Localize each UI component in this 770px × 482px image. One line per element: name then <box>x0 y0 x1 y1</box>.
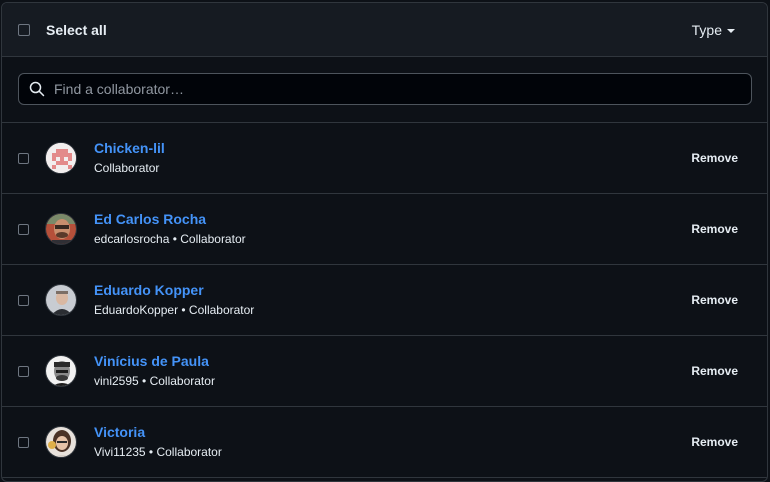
collaborator-subtitle: edcarlosrocha • Collaborator <box>94 232 246 246</box>
collaborator-info: Vinícius de Paula vini2595 • Collaborato… <box>94 352 215 390</box>
remove-button[interactable]: Remove <box>691 435 738 449</box>
select-all-checkbox[interactable] <box>18 23 30 36</box>
collaborator-subtitle: Vivi11235 • Collaborator <box>94 445 222 459</box>
row-checkbox[interactable] <box>18 365 29 377</box>
remove-button[interactable]: Remove <box>691 364 738 378</box>
collaborator-info: Victoria Vivi11235 • Collaborator <box>94 423 222 461</box>
find-collaborator-input[interactable] <box>52 80 706 98</box>
collaborators-header: Select all Type <box>2 3 767 57</box>
collaborator-subtitle: Collaborator <box>94 161 160 175</box>
collaborator-info: Chicken-lil Collaborator <box>94 139 165 177</box>
person-photo-icon <box>46 285 76 315</box>
type-filter-button[interactable]: Type <box>692 22 735 38</box>
row-checkbox[interactable] <box>18 223 29 235</box>
photo-avatar[interactable] <box>45 284 77 316</box>
collaborator-row: Chicken-lil Collaborator Remove <box>2 123 767 194</box>
identicon-icon <box>46 143 76 173</box>
search-icon <box>29 81 45 97</box>
collaborator-name-link[interactable]: Eduardo Kopper <box>94 281 254 299</box>
remove-button[interactable]: Remove <box>691 151 738 165</box>
photo-avatar[interactable] <box>45 426 77 458</box>
remove-button[interactable]: Remove <box>691 293 738 307</box>
type-filter-label: Type <box>691 21 722 38</box>
row-checkbox[interactable] <box>18 152 29 164</box>
collaborator-name-link[interactable]: Vinícius de Paula <box>94 352 215 370</box>
identicon-avatar[interactable] <box>45 142 77 174</box>
collaborator-name-link[interactable]: Ed Carlos Rocha <box>94 210 246 228</box>
row-checkbox[interactable] <box>18 436 29 448</box>
person-photo-icon <box>46 214 76 244</box>
collaborator-row: Victoria Vivi11235 • Collaborator Remove <box>2 407 767 478</box>
search-box <box>18 73 752 105</box>
collaborator-row: Vinícius de Paula vini2595 • Collaborato… <box>2 336 767 407</box>
collaborator-name-link[interactable]: Victoria <box>94 423 222 441</box>
collaborator-info: Ed Carlos Rocha edcarlosrocha • Collabor… <box>94 210 246 248</box>
collaborators-panel: Select all Type Find a collaborator… Chi… <box>1 2 768 482</box>
photo-avatar[interactable] <box>45 213 77 245</box>
caret-down-icon <box>727 28 735 33</box>
row-checkbox[interactable] <box>18 294 29 306</box>
collaborator-subtitle: EduardoKopper • Collaborator <box>94 303 255 317</box>
collaborator-row: Ed Carlos Rocha edcarlosrocha • Collabor… <box>2 194 767 265</box>
select-all-label: Select all <box>46 21 107 38</box>
search-section <box>2 57 767 123</box>
person-photo-icon <box>46 356 76 386</box>
photo-avatar[interactable] <box>45 355 77 387</box>
collaborator-row: Eduardo Kopper EduardoKopper • Collabora… <box>2 265 767 336</box>
remove-button[interactable]: Remove <box>691 222 738 236</box>
collaborator-subtitle: vini2595 • Collaborator <box>94 374 215 388</box>
person-photo-icon <box>46 427 76 457</box>
collaborator-info: Eduardo Kopper EduardoKopper • Collabora… <box>94 281 254 319</box>
collaborator-name-link[interactable]: Chicken-lil <box>94 139 165 157</box>
